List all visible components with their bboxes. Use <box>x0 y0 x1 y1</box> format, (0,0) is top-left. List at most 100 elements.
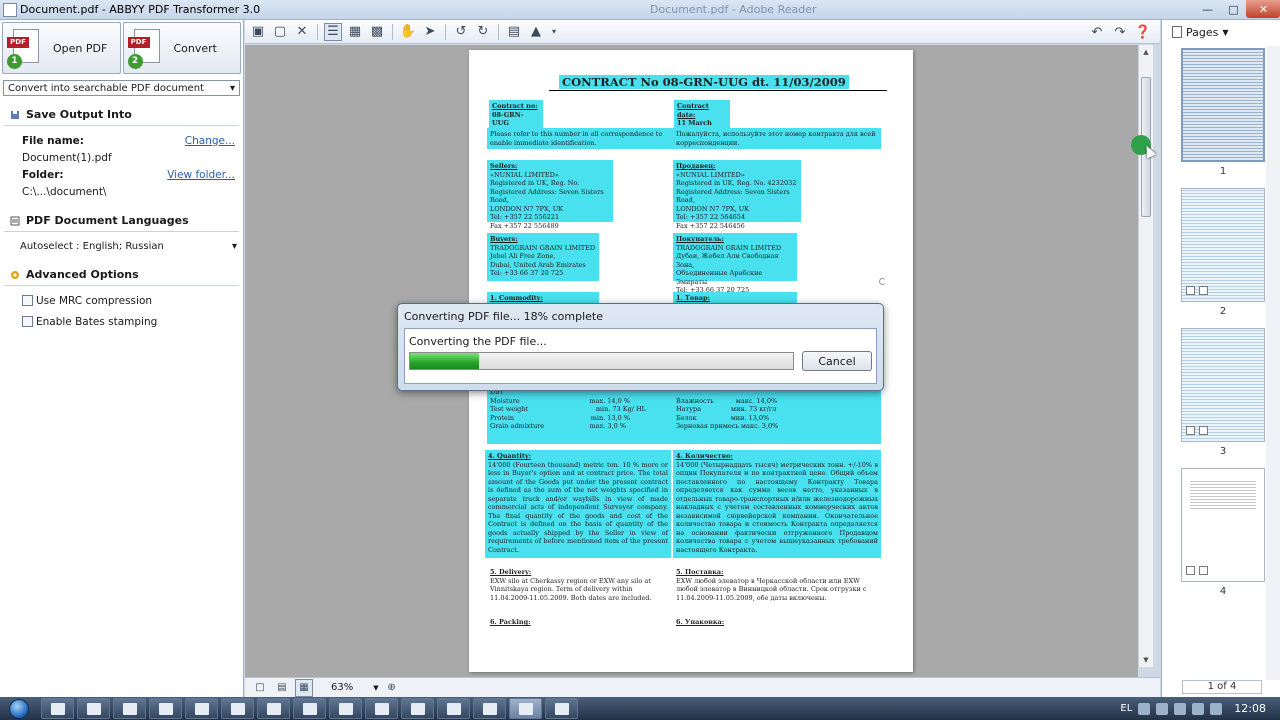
taskbar-abbyy-icon[interactable] <box>509 698 542 719</box>
quantity-ru-text: 14'000 (Четырнадцать тысяч) метрических … <box>676 460 878 554</box>
change-link[interactable]: Change... <box>185 135 235 147</box>
buyers-ru-label: Покупатель: <box>676 235 724 243</box>
advanced-section-header[interactable]: Advanced Options <box>4 264 239 286</box>
zoom-in-icon[interactable]: ⊕ <box>383 679 401 697</box>
clock[interactable]: 12:08 <box>1234 702 1266 715</box>
delete-area-icon[interactable]: ✕ <box>293 23 311 41</box>
folder-value-row: C:\...\document\ <box>0 183 243 200</box>
taskbar-explorer-icon[interactable] <box>41 698 74 719</box>
convert-button[interactable]: PDF 2 Convert <box>122 22 241 74</box>
fit-page-icon[interactable]: □ <box>251 679 269 697</box>
toolbar: ▣ ▢ ✕ ☰ ▦ ▩ ✋ ➤ ↺ ↻ ▤ ▲ ▾ ↶ ↷ ❓ <box>245 20 1160 44</box>
taskbar-app-icon[interactable] <box>401 698 434 719</box>
stamp-icon[interactable]: ▲ <box>527 23 545 41</box>
conversion-mode-select[interactable]: Convert into searchable PDF document ▾ <box>3 80 240 96</box>
select-area-icon[interactable]: ▢ <box>271 23 289 41</box>
window-controls: — □ ✕ <box>1194 0 1280 18</box>
taskbar-app-icon[interactable] <box>185 698 218 719</box>
hand-tool-icon[interactable]: ✋ <box>399 23 417 41</box>
packing-en-block: 6. Packing: <box>487 616 673 629</box>
quality-name: Белок <box>676 413 697 422</box>
open-pdf-button[interactable]: PDF 1 Open PDF <box>2 22 121 74</box>
chevron-down-icon[interactable]: ▼ <box>373 684 378 692</box>
taskbar-app-icon[interactable] <box>365 698 398 719</box>
network-icon[interactable] <box>1192 702 1205 715</box>
language-indicator[interactable]: EL <box>1120 703 1132 714</box>
page-thumbnail[interactable]: 3 <box>1181 328 1265 457</box>
languages-select[interactable]: Autoselect : English; Russian ▾ <box>20 238 237 254</box>
minimize-button[interactable]: — <box>1194 0 1220 18</box>
taskbar-app-icon[interactable] <box>149 698 182 719</box>
pages-panel-header[interactable]: Pages ▼ <box>1162 20 1280 44</box>
delivery-en-block: 5. Delivery: EXW silo at Cherkassy regio… <box>487 566 673 604</box>
taskbar-chrome-icon[interactable] <box>77 698 110 719</box>
view-folder-link[interactable]: View folder... <box>167 169 235 181</box>
ghost-window-title: Document.pdf - Adobe Reader <box>650 3 817 16</box>
tray-icon[interactable] <box>1156 702 1169 715</box>
commodity-label: 1. Commodity: <box>490 294 543 302</box>
taskbar-app-icon[interactable] <box>113 698 146 719</box>
taskbar-word-icon[interactable] <box>221 698 254 719</box>
help-tray-icon[interactable] <box>1138 702 1151 715</box>
maximize-button[interactable]: □ <box>1220 0 1246 18</box>
bates-stamping-checkbox[interactable]: Enable Bates stamping <box>0 311 243 332</box>
windows-orb-icon <box>9 698 29 719</box>
pointer-tool-icon[interactable]: ➤ <box>421 23 439 41</box>
picture-area-icon[interactable]: ▩ <box>368 23 386 41</box>
close-button[interactable]: ✕ <box>1246 0 1280 18</box>
thumbnail-content <box>1190 481 1256 511</box>
flag-icon[interactable] <box>1174 702 1187 715</box>
page-thumbnail[interactable]: 4 <box>1181 468 1265 597</box>
table-area-icon[interactable]: ▦ <box>346 23 364 41</box>
taskbar-app-icon[interactable] <box>329 698 362 719</box>
title-bar: Document.pdf - ABBYY PDF Transformer 3.0… <box>0 0 1280 20</box>
cancel-button[interactable]: Cancel <box>802 351 872 371</box>
sellers-ru-line: «NUNIAL LIMITED» <box>676 170 745 179</box>
quality-value: макс. 14,0% <box>735 396 778 405</box>
taskbar-app-icon[interactable] <box>257 698 290 719</box>
taskbar-app-icon[interactable] <box>545 698 578 719</box>
save-output-section-header[interactable]: Save Output Into <box>4 104 239 126</box>
undo-icon[interactable]: ↶ <box>1088 23 1106 41</box>
fit-width-icon[interactable]: ▤ <box>273 679 291 697</box>
taskbar-folder-icon[interactable] <box>293 698 326 719</box>
help-icon[interactable]: ❓ <box>1134 23 1152 41</box>
zoom-value[interactable]: 63% <box>331 682 353 693</box>
scroll-up-arrow-icon[interactable]: ▲ <box>1139 45 1153 59</box>
languages-heading: PDF Document Languages <box>26 214 189 227</box>
volume-icon[interactable] <box>1210 702 1223 715</box>
taskbar-app-icon[interactable] <box>473 698 506 719</box>
scroll-down-arrow-icon[interactable]: ▼ <box>1139 653 1153 667</box>
rotate-right-icon[interactable]: ↻ <box>474 23 492 41</box>
file-name-value-row: Document(1).pdf <box>0 149 243 166</box>
sellers-line: Fax +357 22 556489 <box>490 221 559 230</box>
chevron-down-icon[interactable]: ▾ <box>549 23 559 41</box>
checkbox-box[interactable] <box>22 316 33 327</box>
quality-name: Protein <box>490 413 515 422</box>
mrc-compression-checkbox[interactable]: Use MRC compression <box>0 290 243 311</box>
image-layer-icon <box>1199 286 1208 295</box>
taskbar-acrobat-icon[interactable] <box>437 698 470 719</box>
checkbox-box[interactable] <box>22 295 33 306</box>
rotate-left-icon[interactable]: ↺ <box>452 23 470 41</box>
text-area-icon[interactable]: ☰ <box>324 22 342 41</box>
quality-en-block: Dirt Moisture max. 14,0 % Test weight min.… <box>487 386 673 444</box>
redo-icon[interactable]: ↷ <box>1111 23 1129 41</box>
text-layer-icon <box>1186 286 1195 295</box>
pages-panel: Pages ▼ 1 2 3 4 1 of 4 <box>1161 20 1280 700</box>
page-thumbnail[interactable]: 1 <box>1181 48 1265 177</box>
pages-scrollbar[interactable] <box>1266 46 1280 680</box>
sellers-line: «NUNIAL LIMITED» <box>490 170 559 179</box>
mrc-compression-label: Use MRC compression <box>36 294 153 307</box>
zoom-mode-icon[interactable]: ▦ <box>295 678 313 697</box>
languages-section-header[interactable]: PDF Document Languages <box>4 210 239 232</box>
quality-value: min. 73 Kg/ HL <box>595 405 646 413</box>
quality-row: Test weight min. 73 Kg/ HL <box>490 405 670 414</box>
start-button[interactable] <box>0 697 38 720</box>
page-view-icon[interactable]: ▣ <box>249 23 267 41</box>
sellers-label: Sellers: <box>490 162 518 170</box>
commodity-ru-label: 1. Товар: <box>676 294 710 302</box>
page-properties-icon[interactable]: ▤ <box>505 23 523 41</box>
advanced-heading: Advanced Options <box>26 268 139 281</box>
page-thumbnail[interactable]: 2 <box>1181 188 1265 317</box>
